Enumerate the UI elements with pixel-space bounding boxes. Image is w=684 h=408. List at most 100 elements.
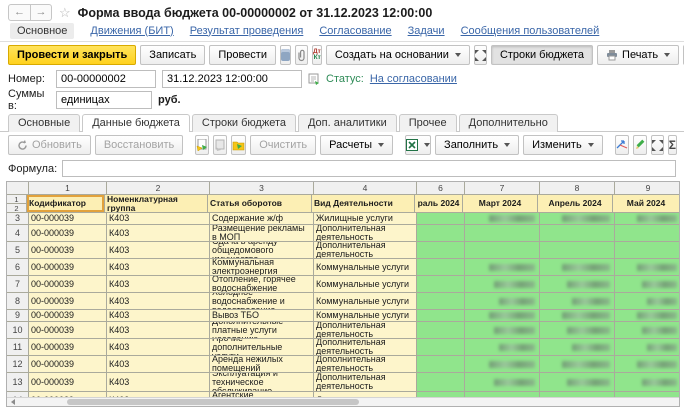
cell-turnover-article[interactable]: Эксплуатация и техническое обслуживание bbox=[210, 373, 314, 392]
nav-item-tasks[interactable]: Задачи bbox=[408, 25, 445, 37]
row-number[interactable]: 2 bbox=[7, 204, 27, 213]
calculations-button[interactable]: Расчеты bbox=[320, 135, 393, 155]
cell-nomenclature-group[interactable]: К403 bbox=[107, 276, 210, 293]
row-number-cell[interactable]: 10 bbox=[7, 322, 29, 339]
col-number[interactable]: 7 bbox=[465, 182, 540, 195]
row-number-cell[interactable]: 3 bbox=[7, 213, 29, 225]
tab-main[interactable]: Основные bbox=[8, 114, 80, 132]
cell-apr-2024[interactable] bbox=[540, 293, 615, 310]
load-data-button[interactable] bbox=[195, 135, 209, 155]
col-number[interactable]: 8 bbox=[540, 182, 615, 195]
cell-apr-2024[interactable] bbox=[540, 310, 615, 322]
cell-codifier[interactable]: 00-000039 bbox=[29, 373, 107, 392]
cell-apr-2024[interactable] bbox=[540, 225, 615, 242]
cell-apr-2024[interactable] bbox=[540, 276, 615, 293]
clear-button[interactable]: Очистить bbox=[250, 135, 316, 155]
cell-mar-2024[interactable] bbox=[465, 225, 540, 242]
cell-turnover-article[interactable]: Прочие дополнительные услуги bbox=[210, 339, 314, 356]
row-number-cell[interactable]: 6 bbox=[7, 259, 29, 276]
tab-budget-data[interactable]: Данные бюджета bbox=[82, 114, 190, 132]
cell-may-2024[interactable] bbox=[615, 259, 679, 276]
cell-mar-2024[interactable] bbox=[465, 373, 540, 392]
col-number[interactable]: 2 bbox=[107, 182, 210, 195]
sums-input[interactable] bbox=[56, 91, 152, 109]
nav-item-user-messages[interactable]: Сообщения пользователей bbox=[461, 25, 600, 37]
forward-arrow-icon[interactable]: → bbox=[30, 5, 51, 20]
favorite-star-icon[interactable]: ☆ bbox=[59, 6, 71, 19]
print-button[interactable]: Печать bbox=[597, 45, 679, 65]
excel-export-button[interactable] bbox=[405, 135, 431, 155]
cell-turnover-article[interactable]: Холодное водоснабжение и водоотведение bbox=[210, 293, 314, 310]
cell-mar-2024[interactable] bbox=[465, 310, 540, 322]
cell-codifier[interactable]: 00-000039 bbox=[29, 259, 107, 276]
attachments-button[interactable] bbox=[295, 45, 308, 65]
cell-mar-2024[interactable] bbox=[465, 276, 540, 293]
scrollbar-thumb[interactable] bbox=[67, 399, 359, 405]
expand-grid-button[interactable] bbox=[651, 135, 664, 155]
tab-extra-analytics[interactable]: Доп. аналитики bbox=[298, 114, 397, 132]
cell-nomenclature-group[interactable]: К403 bbox=[107, 293, 210, 310]
cell-may-2024[interactable] bbox=[615, 356, 679, 373]
cell-codifier[interactable]: 00-000039 bbox=[29, 322, 107, 339]
cell-codifier[interactable]: 00-000039 bbox=[29, 276, 107, 293]
col-number[interactable]: 6 bbox=[417, 182, 465, 195]
cell-nomenclature-group[interactable]: К403 bbox=[107, 356, 210, 373]
cell-feb-2024[interactable] bbox=[417, 310, 465, 322]
cell-may-2024[interactable] bbox=[615, 373, 679, 392]
cell-mar-2024[interactable] bbox=[465, 259, 540, 276]
fill-button[interactable]: Заполнить bbox=[435, 135, 519, 155]
cell-turnover-article[interactable]: Сдача в аренду общедомового имущества bbox=[210, 242, 314, 259]
horizontal-scrollbar[interactable] bbox=[7, 397, 679, 406]
cell-codifier[interactable]: 00-000039 bbox=[29, 213, 107, 225]
cell-feb-2024[interactable] bbox=[417, 373, 465, 392]
cell-may-2024[interactable] bbox=[615, 276, 679, 293]
cell-nomenclature-group[interactable]: К403 bbox=[107, 310, 210, 322]
cell-apr-2024[interactable] bbox=[540, 213, 615, 225]
cell-activity-kind[interactable]: Коммунальные услуги bbox=[314, 293, 417, 310]
refresh-button[interactable]: Обновить bbox=[8, 135, 91, 155]
formula-input[interactable] bbox=[62, 160, 676, 177]
cell-codifier[interactable]: 00-000039 bbox=[29, 225, 107, 242]
nav-item-movements[interactable]: Движения (БИТ) bbox=[90, 25, 173, 37]
cell-activity-kind[interactable]: Дополнительная деятельность bbox=[314, 356, 417, 373]
col-number[interactable]: 1 bbox=[29, 182, 107, 195]
date-input[interactable] bbox=[162, 70, 302, 88]
cell-activity-kind[interactable]: Дополнительная деятельность bbox=[314, 225, 417, 242]
back-arrow-icon[interactable]: ← bbox=[9, 5, 30, 20]
status-link[interactable]: На согласовании bbox=[370, 73, 457, 85]
cell-may-2024[interactable] bbox=[615, 310, 679, 322]
change-button[interactable]: Изменить bbox=[523, 135, 603, 155]
tab-other[interactable]: Прочее bbox=[399, 114, 457, 132]
row-number-cell[interactable]: 4 bbox=[7, 225, 29, 242]
cell-mar-2024[interactable] bbox=[465, 339, 540, 356]
cell-mar-2024[interactable] bbox=[465, 356, 540, 373]
card-view-button[interactable] bbox=[280, 45, 291, 65]
nav-item-main[interactable]: Основное bbox=[10, 23, 74, 39]
debit-credit-button[interactable]: ДтКт bbox=[312, 45, 322, 65]
header-mar-2024[interactable]: Март 2024 bbox=[463, 195, 538, 213]
cell-activity-kind[interactable]: Дополнительная деятельность bbox=[314, 322, 417, 339]
cell-may-2024[interactable] bbox=[615, 225, 679, 242]
cell-feb-2024[interactable] bbox=[417, 356, 465, 373]
cell-may-2024[interactable] bbox=[615, 322, 679, 339]
cell-activity-kind[interactable]: Жилищные услуги bbox=[314, 213, 417, 225]
cell-feb-2024[interactable] bbox=[417, 276, 465, 293]
cell-apr-2024[interactable] bbox=[540, 356, 615, 373]
row-number-cell[interactable]: 7 bbox=[7, 276, 29, 293]
cell-nomenclature-group[interactable]: К403 bbox=[107, 259, 210, 276]
budget-lines-button[interactable]: Строки бюджета bbox=[491, 45, 593, 65]
cell-apr-2024[interactable] bbox=[540, 339, 615, 356]
copy-data-button[interactable] bbox=[213, 135, 227, 155]
cell-mar-2024[interactable] bbox=[465, 213, 540, 225]
sum-button[interactable]: Σ bbox=[668, 135, 677, 155]
cell-turnover-article[interactable]: Коммунальная электроэнергия bbox=[210, 259, 314, 276]
row-number-cell[interactable]: 11 bbox=[7, 339, 29, 356]
cell-apr-2024[interactable] bbox=[540, 322, 615, 339]
cell-feb-2024[interactable] bbox=[417, 322, 465, 339]
cell-nomenclature-group[interactable]: К403 bbox=[107, 339, 210, 356]
cell-codifier[interactable]: 00-000039 bbox=[29, 356, 107, 373]
header-nomenclature-group[interactable]: Номенклатурная группа bbox=[105, 195, 208, 213]
number-input[interactable] bbox=[56, 70, 156, 88]
cell-may-2024[interactable] bbox=[615, 242, 679, 259]
cell-feb-2024[interactable] bbox=[417, 213, 465, 225]
